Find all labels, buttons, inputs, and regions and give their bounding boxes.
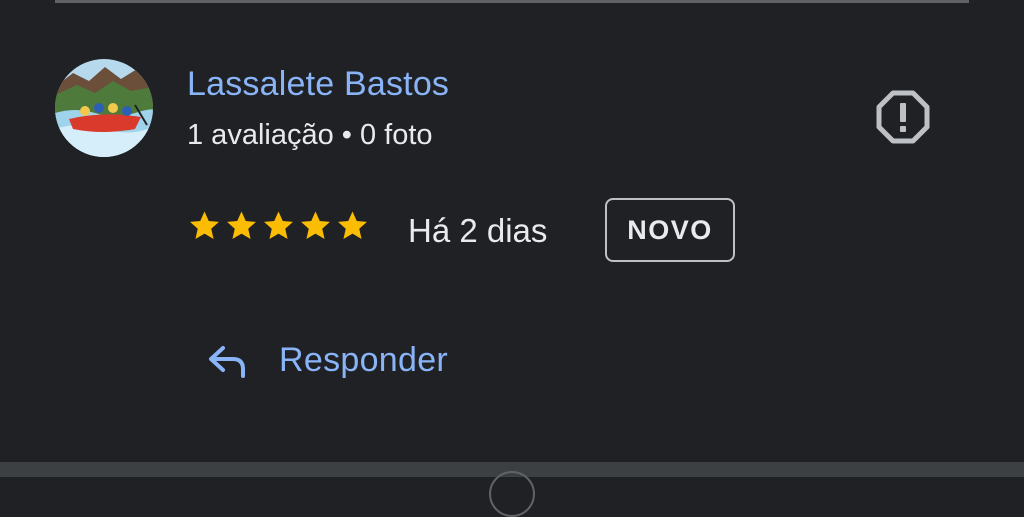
- new-badge: NOVO: [605, 198, 735, 262]
- reply-label: Responder: [279, 340, 449, 379]
- reviewer-avatar[interactable]: [55, 59, 153, 157]
- star-rating: [188, 209, 369, 242]
- star-icon: [301, 211, 330, 239]
- reply-arrow-icon: [209, 346, 245, 378]
- star-icon: [264, 211, 293, 239]
- review-time: Há 2 dias: [408, 212, 548, 249]
- reply-button[interactable]: Responder: [205, 330, 448, 390]
- star-icon: [227, 211, 256, 239]
- star-icon: [338, 211, 367, 239]
- report-icon[interactable]: [876, 90, 930, 144]
- bottom-fab-edge[interactable]: [489, 471, 535, 517]
- top-divider: [55, 0, 969, 3]
- avatar-image: [55, 59, 153, 157]
- reviewer-meta: 1 avaliação • 0 foto: [187, 119, 433, 151]
- reviewer-name[interactable]: Lassalete Bastos: [187, 64, 449, 104]
- star-icon: [190, 211, 219, 239]
